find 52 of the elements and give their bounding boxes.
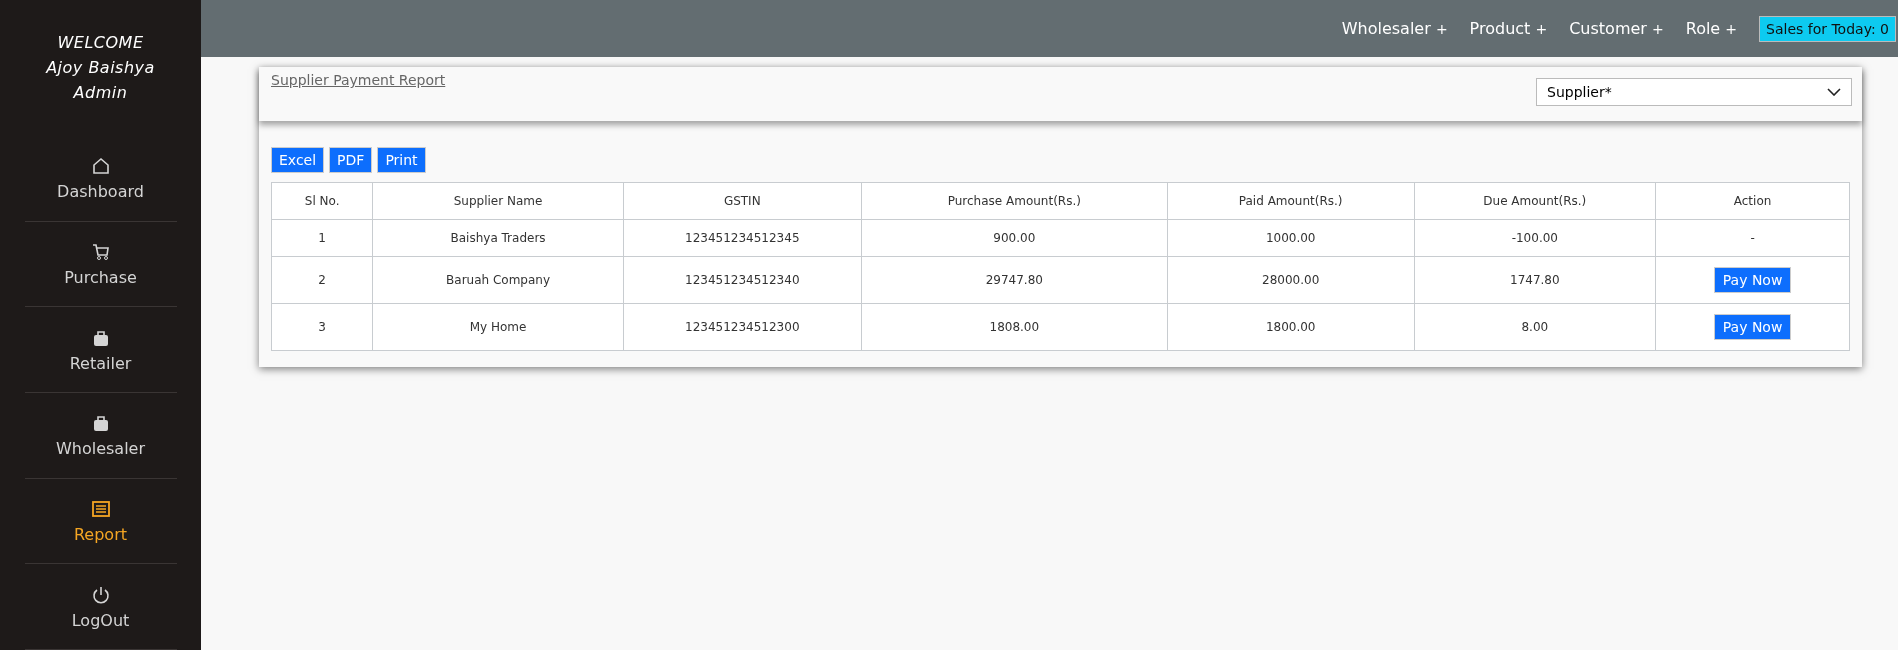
table-cell: - (1655, 219, 1850, 257)
column-header: Supplier Name (372, 182, 624, 220)
column-header: GSTIN (623, 182, 862, 220)
report-title-link[interactable]: Supplier Payment Report (271, 72, 446, 121)
cart-icon (90, 242, 111, 262)
pay-now-button[interactable]: Pay Now (1713, 314, 1792, 340)
sidebar-item[interactable]: Report (24, 478, 177, 565)
column-header: Purchase Amount(Rs.) (861, 182, 1168, 220)
table-cell: Baishya Traders (372, 219, 624, 257)
house-icon (90, 156, 111, 177)
sidebar-item[interactable]: Wholesaler (24, 393, 177, 479)
supplier-select[interactable]: Supplier* (1536, 78, 1852, 106)
table-cell: 29747.80 (861, 256, 1168, 304)
sidebar-item[interactable]: Purchase (24, 221, 177, 308)
welcome-text: WELCOME (57, 33, 144, 52)
table-cell: 8.00 (1414, 303, 1656, 351)
table-cell: 123451234512300 (623, 303, 862, 351)
chevron-down-icon (1827, 88, 1841, 96)
table-cell: 1808.00 (861, 303, 1168, 351)
table-cell: 123451234512345 (623, 219, 862, 257)
export-button[interactable]: Print (377, 147, 426, 173)
user-name: Ajoy Baishya (46, 58, 155, 77)
table-cell: 28000.00 (1167, 256, 1414, 304)
export-button[interactable]: Excel (271, 147, 325, 173)
column-header: Due Amount(Rs.) (1414, 182, 1656, 220)
table-cell: 900.00 (861, 219, 1168, 257)
menu-link[interactable]: Role + (1685, 19, 1738, 38)
table-cell: 123451234512340 (623, 256, 862, 304)
column-header: Sl No. (271, 182, 373, 220)
table-cell: Baruah Company (372, 256, 624, 304)
column-header: Action (1655, 182, 1850, 220)
sidebar-item[interactable]: LogOut (24, 564, 177, 650)
table-cell: 2 (271, 256, 373, 304)
table-cell: 1000.00 (1167, 219, 1414, 257)
sidebar-item[interactable]: Retailer (24, 307, 177, 393)
sales-for-today-badge: Sales for Today: 0 (1759, 15, 1896, 42)
sidebar-item[interactable]: Dashboard (24, 136, 177, 222)
user-role: Admin (73, 83, 128, 102)
table-cell: 3 (271, 303, 373, 351)
menu-link[interactable]: Product + (1469, 19, 1548, 38)
table-cell: 1747.80 (1414, 256, 1656, 304)
table-cell: 1800.00 (1167, 303, 1414, 351)
menu-link[interactable]: Wholesaler + (1341, 19, 1448, 38)
column-header: Paid Amount(Rs.) (1167, 182, 1414, 220)
table-cell: -100.00 (1414, 219, 1656, 257)
receipt-icon (90, 499, 111, 519)
export-button[interactable]: PDF (329, 147, 373, 173)
pay-now-button[interactable]: Pay Now (1713, 267, 1792, 293)
table-cell: 1 (271, 219, 373, 257)
menu-link[interactable]: Customer + (1569, 19, 1664, 38)
power-icon (90, 584, 111, 605)
table-cell: My Home (372, 303, 624, 351)
